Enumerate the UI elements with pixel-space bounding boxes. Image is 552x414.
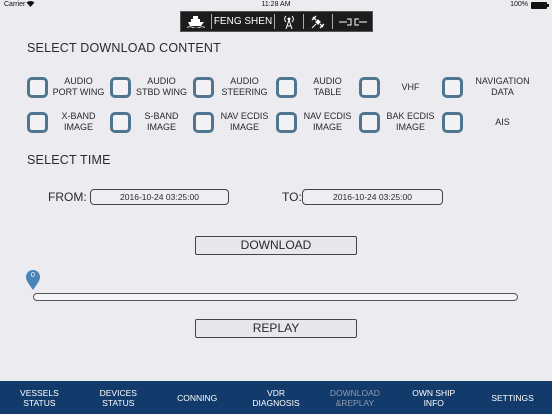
option-navigation-data[interactable]: NAVIGATION DATA [442,72,542,102]
option-audio-port-wing[interactable]: AUDIO PORT WING [27,72,109,102]
radio-tower-icon [275,12,303,31]
option-nav-ecdis-image[interactable]: NAV ECDIS IMAGE [193,107,275,137]
option-audio-stbd-wing[interactable]: AUDIO STBD WING [110,72,192,102]
tab-download-replay[interactable]: DOWNLOAD &REPLAY [315,381,394,414]
checkbox[interactable] [359,111,380,133]
option-label: NAV ECDIS IMAGE [220,111,269,132]
tab-vdr-diagnosis[interactable]: VDR DIAGNOSIS [237,381,316,414]
option-label: NAVIGATION DATA [475,76,530,97]
checkbox[interactable] [193,76,214,98]
option-audio-table[interactable]: AUDIO TABLE [276,72,358,102]
select-time-heading: SELECT TIME [27,153,111,167]
tab-settings[interactable]: SETTINGS [473,381,552,414]
checkbox[interactable] [442,76,463,98]
option-x-band-image[interactable]: X-BAND IMAGE [27,107,109,137]
progress-track[interactable] [33,293,518,301]
bottom-tab-bar: VESSELS STATUS DEVICES STATUS CONNING VD… [0,381,552,414]
option-ais[interactable]: AIS [442,107,542,137]
to-datetime-field[interactable]: 2016-10-24 03:25:00 [302,189,443,205]
checkbox[interactable] [193,111,214,133]
option-label: AUDIO STEERING [221,76,268,97]
checkbox[interactable] [27,111,48,133]
battery-icon [531,2,549,9]
option-label: AUDIO PORT WING [52,76,105,97]
option-label: VHF [401,81,420,92]
ship-icon [181,12,211,31]
ship-name: FENG SHEN [213,16,273,27]
option-label: BAK ECDIS IMAGE [386,111,435,132]
checkbox[interactable] [359,76,380,98]
tab-devices-status[interactable]: DEVICES STATUS [79,381,158,414]
option-audio-steering[interactable]: AUDIO STEERING [193,72,275,102]
option-nav-ecdis-image-2[interactable]: NAV ECDIS IMAGE [276,107,358,137]
replay-button[interactable]: REPLAY [195,319,357,338]
progress-value: 0 [31,272,35,279]
from-datetime-field[interactable]: 2016-10-24 03:25:00 [90,189,229,205]
option-s-band-image[interactable]: S-BAND IMAGE [110,107,192,137]
checkbox[interactable] [276,76,297,98]
checkbox[interactable] [442,111,463,133]
option-label: AIS [495,116,510,127]
download-button[interactable]: DOWNLOAD [195,236,357,255]
checkbox[interactable] [27,76,48,98]
vessel-header-strip: FENG SHEN [180,11,373,32]
status-bar: Carrier 11:28 AM 100% [0,0,552,10]
checkbox[interactable] [276,111,297,133]
status-clock: 11:28 AM [261,1,291,8]
connection-icon [333,12,372,31]
option-label: AUDIO TABLE [313,76,342,97]
tab-vessels-status[interactable]: VESSELS STATUS [0,381,79,414]
checkbox[interactable] [110,111,131,133]
to-label: TO: [282,190,302,204]
tab-own-ship-info[interactable]: OWN SHIP INFO [394,381,473,414]
option-label: NAV ECDIS IMAGE [303,111,352,132]
option-label: X-BAND IMAGE [61,111,96,132]
checkbox[interactable] [110,76,131,98]
battery-percent: 100% [510,1,528,8]
tab-conning[interactable]: CONNING [158,381,237,414]
satellite-icon [304,12,332,31]
option-label: AUDIO STBD WING [136,76,187,97]
option-bak-ecdis-image[interactable]: BAK ECDIS IMAGE [359,107,441,137]
option-label: S-BAND IMAGE [144,111,179,132]
progress-pin[interactable]: 0 [25,269,41,291]
option-vhf[interactable]: VHF [359,72,441,102]
download-content-heading: SELECT DOWNLOAD CONTENT [27,41,221,55]
from-label: FROM: [48,190,87,204]
